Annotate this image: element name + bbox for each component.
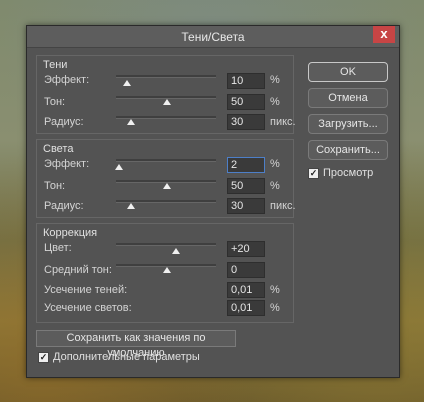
load-button[interactable]: Загрузить... (308, 114, 388, 134)
dialog-title: Тени/Света (181, 30, 245, 44)
shadows-amount-thumb[interactable] (123, 80, 131, 86)
clip-shadows-label: Усечение теней: (44, 284, 128, 296)
ok-button[interactable]: OK (308, 62, 388, 82)
highlights-amount-label: Эффект: (44, 158, 90, 170)
shadows-radius-thumb[interactable] (127, 119, 135, 125)
shadows-amount-slider[interactable] (116, 75, 216, 78)
highlights-radius-label: Радиус: (44, 200, 84, 212)
highlights-radius-input[interactable]: 30 (227, 198, 265, 214)
title-bar[interactable]: Тени/Света x (27, 26, 399, 48)
color-slider[interactable] (116, 243, 216, 246)
shadows-tone-input[interactable]: 50 (227, 94, 265, 110)
shadows-amount-label: Эффект: (44, 74, 90, 86)
highlights-tone-input[interactable]: 50 (227, 178, 265, 194)
highlights-amount-thumb[interactable] (115, 164, 123, 170)
highlights-amount-input[interactable]: 2 (227, 157, 265, 173)
shadows-tone-unit: % (270, 96, 280, 108)
midtone-input[interactable]: 0 (227, 262, 265, 278)
shadows-amount-unit: % (270, 74, 280, 86)
shadows-tone-label: Тон: (44, 96, 66, 108)
clip-highlights-input[interactable]: 0,01 (227, 300, 265, 316)
color-label: Цвет: (44, 242, 72, 254)
more-options-checkbox[interactable]: ✓ (38, 352, 49, 363)
shadows-group-title: Тени (43, 59, 68, 71)
more-options-label[interactable]: Дополнительные параметры (53, 351, 200, 363)
shadows-radius-label: Радиус: (44, 116, 84, 128)
highlights-amount-unit: % (270, 158, 280, 170)
close-button[interactable]: x (373, 26, 395, 43)
preview-checkbox[interactable]: ✓ (308, 168, 319, 179)
preview-label[interactable]: Просмотр (323, 167, 373, 179)
correction-group: Коррекция Цвет: +20 Средний тон: 0 Усече… (36, 223, 294, 323)
color-input[interactable]: +20 (227, 241, 265, 257)
save-button[interactable]: Сохранить... (308, 140, 388, 160)
shadows-radius-input[interactable]: 30 (227, 114, 265, 130)
shadows-radius-unit: пикс. (270, 116, 296, 128)
midtone-label: Средний тон: (44, 264, 112, 276)
highlights-tone-label: Тон: (44, 180, 66, 192)
highlights-tone-thumb[interactable] (163, 183, 171, 189)
highlights-radius-unit: пикс. (270, 200, 296, 212)
shadows-tone-thumb[interactable] (163, 99, 171, 105)
highlights-radius-thumb[interactable] (127, 203, 135, 209)
highlights-group-title: Света (43, 143, 74, 155)
save-defaults-button[interactable]: Сохранить как значения по умолчанию (36, 330, 236, 359)
highlights-group: Света Эффект: 2 % Тон: 50 % Радиус: 30 п… (36, 139, 296, 218)
highlights-amount-slider[interactable] (116, 159, 216, 162)
shadows-highlights-dialog: Тени/Света x Тени Эффект: 10 % Тон: 50 %… (26, 25, 400, 378)
highlights-tone-unit: % (270, 180, 280, 192)
clip-shadows-unit: % (270, 284, 280, 296)
clip-highlights-unit: % (270, 302, 280, 314)
midtone-thumb[interactable] (163, 267, 171, 273)
color-thumb[interactable] (172, 248, 180, 254)
correction-group-title: Коррекция (43, 227, 98, 239)
clip-highlights-label: Усечение светов: (44, 302, 132, 314)
shadows-amount-input[interactable]: 10 (227, 73, 265, 89)
clip-shadows-input[interactable]: 0,01 (227, 282, 265, 298)
cancel-button[interactable]: Отмена (308, 88, 388, 108)
shadows-group: Тени Эффект: 10 % Тон: 50 % Радиус: 30 п… (36, 55, 296, 134)
